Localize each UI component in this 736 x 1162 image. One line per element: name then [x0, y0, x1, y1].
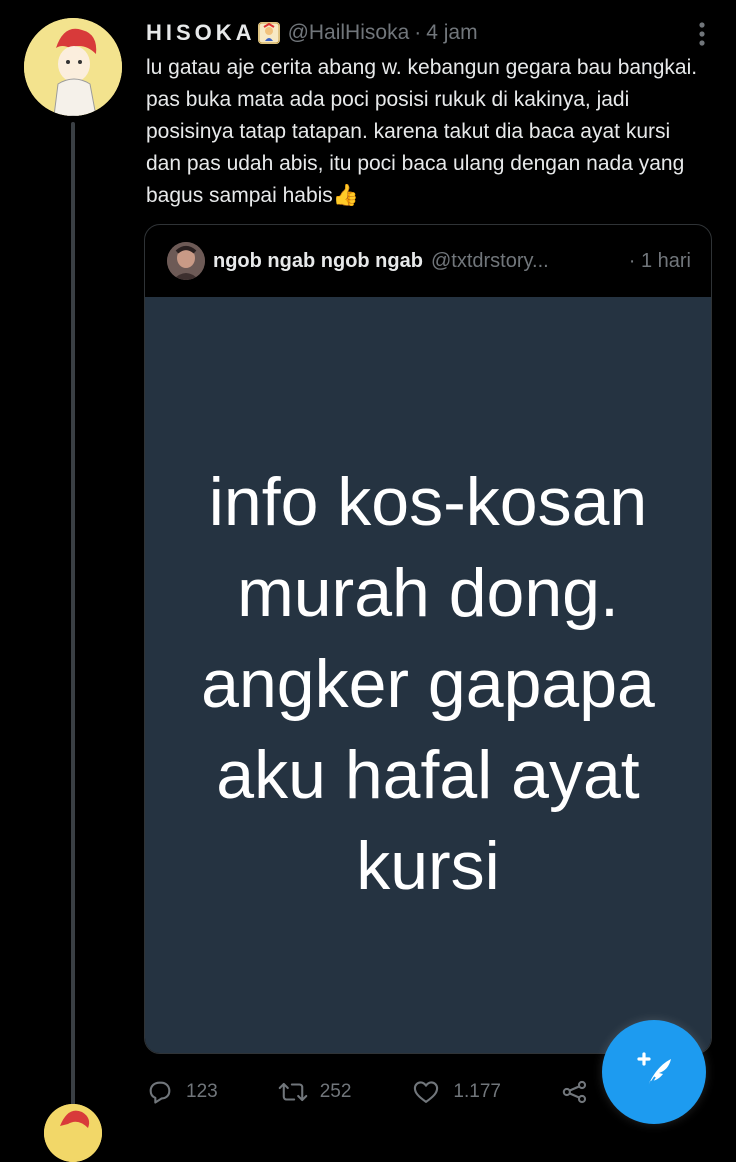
reply-icon [149, 1081, 171, 1104]
reply-button[interactable]: 123 [146, 1078, 218, 1106]
thread-connector-line [71, 122, 75, 1112]
share-icon [562, 1080, 587, 1104]
user-handle[interactable]: @HailHisoka [288, 21, 410, 45]
like-icon [414, 1081, 439, 1103]
quoted-display-name: ngob ngab ngob ngab [213, 249, 423, 272]
quoted-tweet-header: ngob ngab ngob ngab @txtdrstory... · 1 h… [145, 225, 711, 297]
tweet-text: lu gatau aje cerita abang w. kebangun ge… [146, 56, 698, 207]
display-name[interactable]: HISOKA [146, 20, 256, 46]
quoted-media-text: info kos-kosan murah dong. angker gapapa… [201, 463, 655, 904]
quoted-user-handle: @txtdrstory... [430, 249, 549, 272]
tweet-header: HISOKA @HailHisoka · 4 jam [146, 18, 706, 48]
compose-tweet-icon [637, 1052, 671, 1090]
like-button[interactable]: 1.177 [411, 1078, 501, 1106]
like-count: 1.177 [453, 1081, 501, 1102]
quoted-avatar [167, 242, 205, 280]
next-tweet-avatar[interactable] [44, 1104, 102, 1162]
quoted-timestamp: · 1 hari [628, 249, 691, 272]
share-button[interactable] [561, 1078, 601, 1106]
separator-dot: · [414, 21, 422, 44]
quoted-tweet-card[interactable]: ngob ngab ngob ngab @txtdrstory... · 1 h… [144, 224, 712, 1054]
more-vertical-icon[interactable] [698, 22, 706, 46]
avatar[interactable] [24, 18, 122, 116]
avatar-illustration [24, 18, 122, 116]
reply-count: 123 [186, 1081, 218, 1102]
retweet-count: 252 [319, 1081, 352, 1102]
quoted-media-image[interactable]: info kos-kosan murah dong. angker gapapa… [145, 297, 711, 1053]
retweet-button[interactable]: 252 [278, 1078, 352, 1106]
retweet-icon [278, 1082, 308, 1102]
joker-emoji-icon [257, 22, 280, 44]
compose-tweet-button[interactable] [602, 1020, 706, 1124]
timestamp[interactable]: 4 jam [426, 21, 477, 45]
